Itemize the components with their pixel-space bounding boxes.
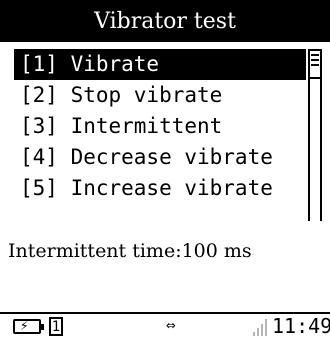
page-title: Vibrator test — [94, 8, 236, 34]
menu-item-increase-vibrate[interactable]: [5] Increase vibrate — [14, 173, 306, 204]
menu-item-decrease-vibrate[interactable]: [4] Decrease vibrate — [14, 142, 306, 173]
scrollbar[interactable] — [308, 49, 322, 221]
battery-charging-icon: ⚡ — [13, 319, 44, 334]
menu-item-vibrate[interactable]: [1] Vibrate — [14, 49, 306, 80]
title-bar: Vibrator test — [0, 0, 330, 42]
scrollbar-thumb[interactable] — [308, 49, 322, 79]
menu-item-stop-vibrate[interactable]: [2] Stop vibrate — [14, 80, 306, 111]
status-bar: ⚡ 1 ⇔ 11:49 — [0, 312, 330, 338]
usb-icon: ⇔ — [166, 315, 176, 334]
intermittent-time-text: Intermittent time:100 ms — [8, 240, 252, 262]
sim-slot-indicator: 1 — [49, 317, 63, 336]
menu-item-intermittent[interactable]: [3] Intermittent — [14, 111, 306, 142]
menu-list: [1] Vibrate [2] Stop vibrate [3] Intermi… — [14, 49, 306, 204]
signal-strength-icon — [253, 318, 269, 336]
clock: 11:49 — [272, 314, 330, 338]
